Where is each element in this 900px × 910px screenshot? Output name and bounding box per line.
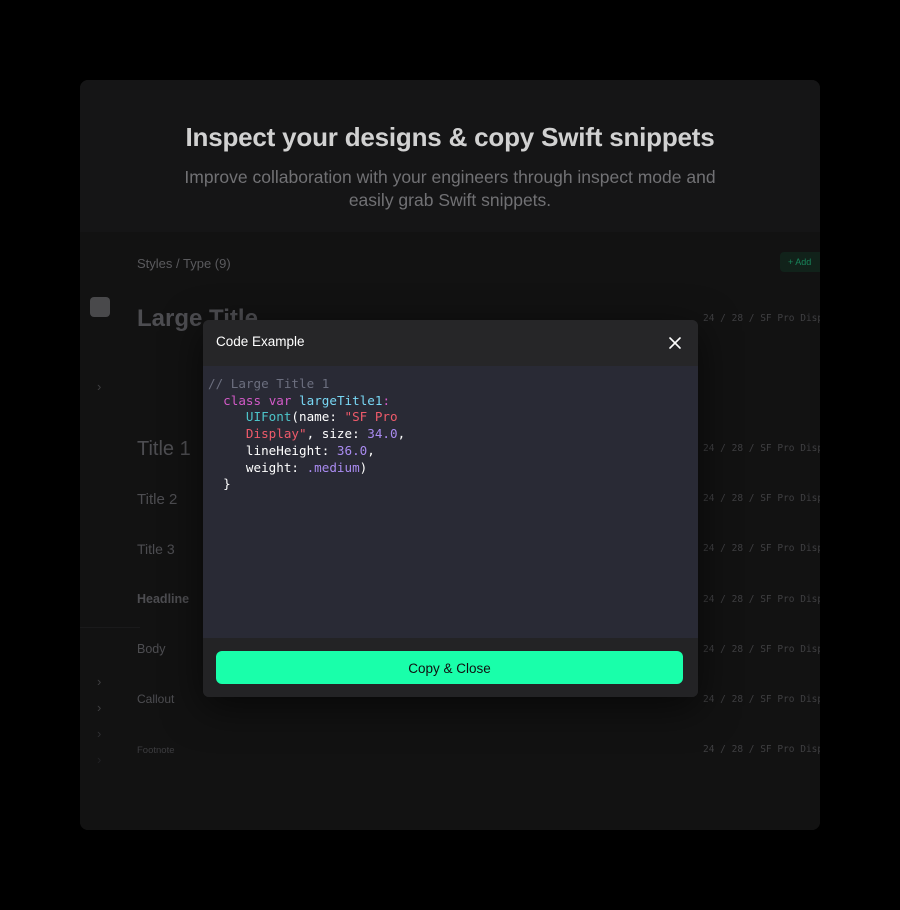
code-arg: weight: [245, 459, 307, 475]
code-arg: (name: [291, 409, 345, 425]
code-colon: : [382, 392, 391, 408]
code-block[interactable]: // Large Title 1 class var largeTitle1: … [203, 366, 698, 638]
code-type: UIFont [245, 409, 292, 425]
modal-header: Code Example [203, 320, 698, 366]
code-number: 34.0 [367, 426, 398, 442]
code-string: Display" [245, 426, 307, 442]
code-punct: ) [359, 459, 368, 475]
modal-footer: Copy & Close [203, 638, 698, 697]
code-comment: // Large Title 1 [208, 376, 330, 391]
code-string: "SF Pro [344, 409, 398, 425]
code-function-name: largeTitle1 [299, 392, 383, 408]
code-number: 36.0 [336, 442, 368, 458]
code-brace: } [223, 476, 231, 492]
code-keyword: class [223, 392, 262, 408]
close-icon[interactable] [665, 333, 685, 353]
copy-close-button[interactable]: Copy & Close [216, 651, 683, 684]
code-example-modal: Code Example // Large Title 1 class var … [203, 320, 698, 697]
code-keyword: var [268, 392, 292, 408]
code-punct: , [367, 442, 375, 458]
code-arg: , size: [306, 426, 368, 442]
code-enum: .medium [306, 459, 360, 475]
modal-title: Code Example [216, 334, 305, 349]
code-arg: lineHeight: [245, 442, 337, 458]
code-punct: , [397, 426, 406, 442]
